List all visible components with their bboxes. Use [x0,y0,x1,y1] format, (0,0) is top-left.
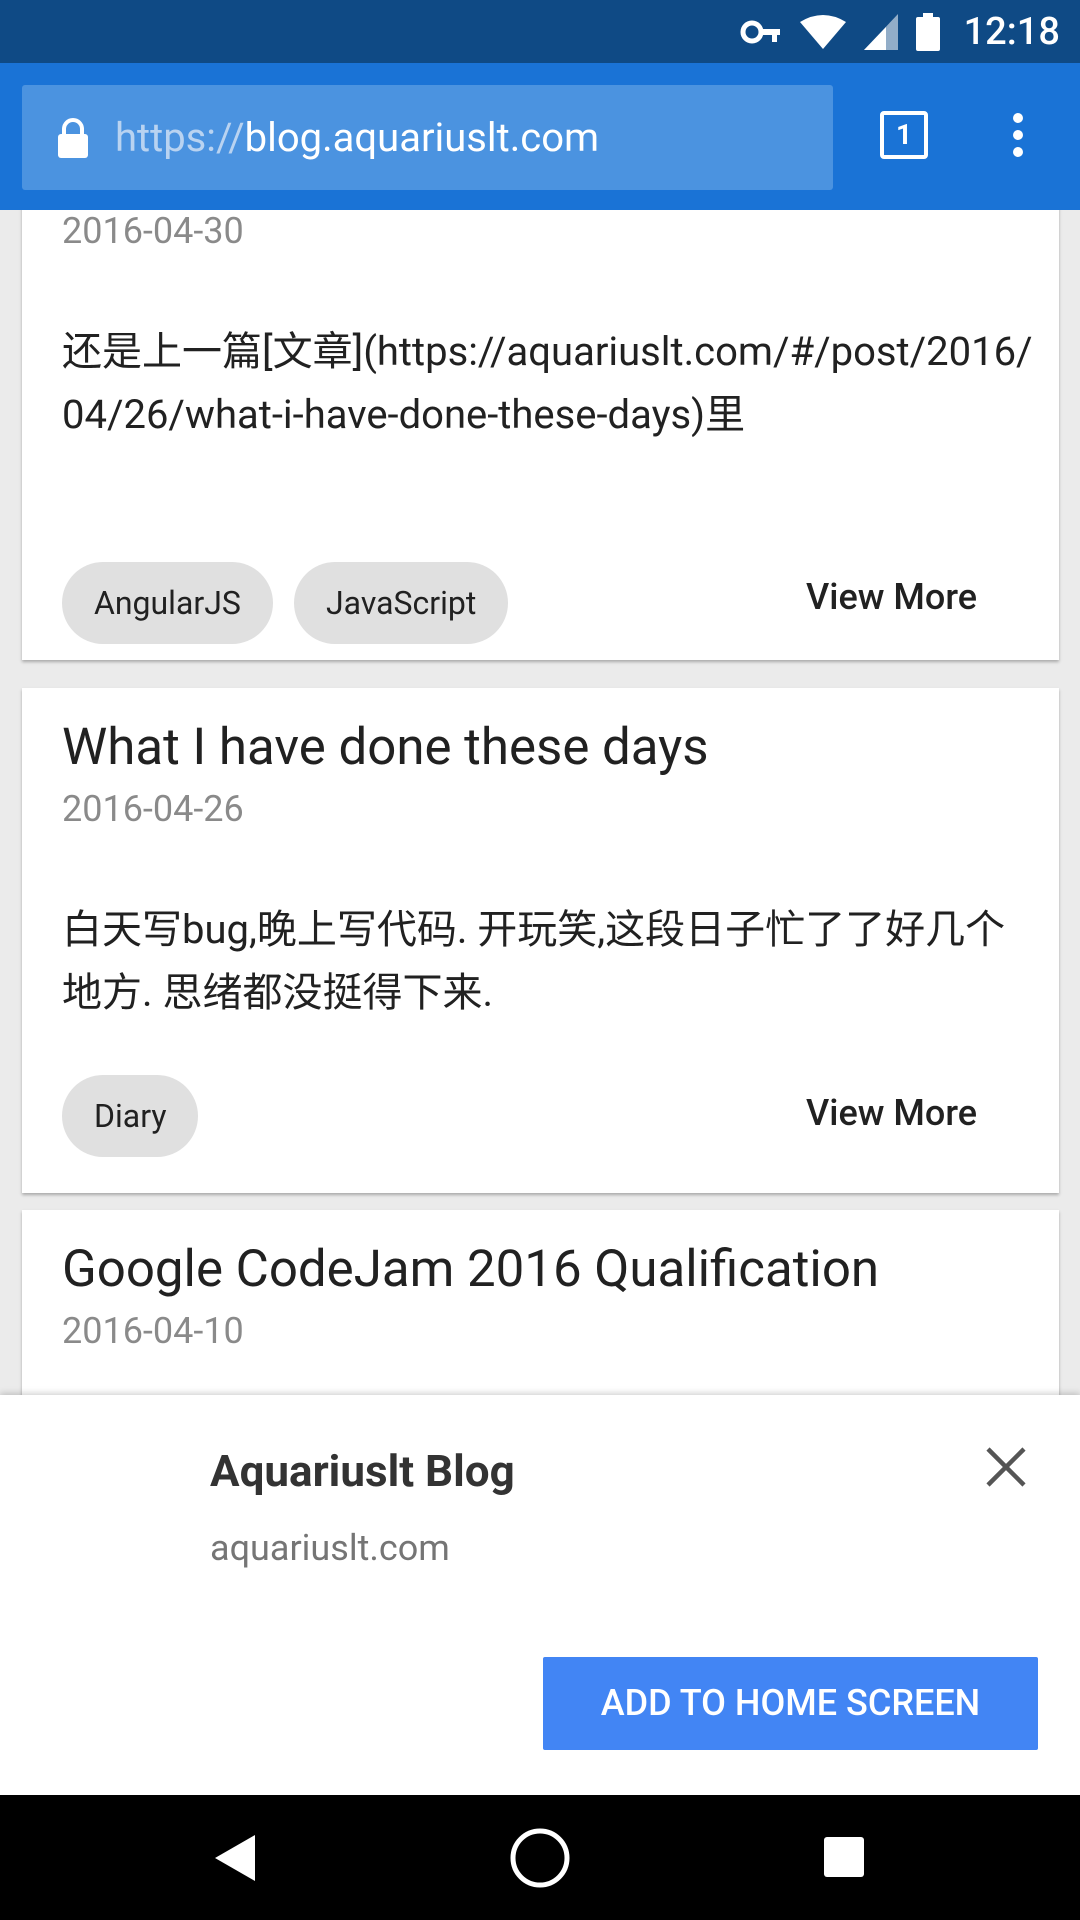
close-icon[interactable] [984,1445,1028,1493]
post-card: What I have done these days 2016-04-26 白… [22,688,1059,1193]
post-card: 2016-04-30 还是上一篇[文章](https://aquariuslt.… [22,210,1059,660]
post-date: 2016-04-30 [62,210,244,252]
menu-icon[interactable] [1008,113,1028,161]
battery-icon [915,12,940,51]
lock-icon[interactable] [57,118,89,162]
browser-toolbar: https://blog.aquariuslt.com 1 [0,63,1080,210]
recents-icon[interactable] [824,1837,864,1877]
status-bar: 12:18 [0,0,1080,63]
post-card: Google CodeJam 2016 Qualification 2016-0… [22,1210,1059,1395]
view-more-button[interactable]: View More [806,1092,977,1134]
app-domain: aquariuslt.com [210,1527,450,1569]
post-date: 2016-04-10 [62,1310,244,1352]
post-title[interactable]: Google CodeJam 2016 Qualification [62,1240,879,1299]
post-excerpt: 白天写bug,晚上写代码. 开玩笑,这段日子忙了了好几个地方. 思绪都没挺得下来… [62,906,1006,1016]
url-text[interactable]: https://blog.aquariuslt.com [115,85,599,190]
post-title[interactable]: What I have done these days [62,718,709,777]
wifi-icon [799,14,846,50]
view-more-button[interactable]: View More [806,576,977,618]
tag-diary[interactable]: Diary [62,1075,199,1157]
back-icon[interactable] [215,1835,255,1881]
add-to-home-screen-button[interactable]: ADD TO HOME SCREEN [543,1657,1038,1750]
status-time: 12:18 [963,9,1060,54]
url-scheme: https:// [115,114,245,161]
tag-javascript[interactable]: JavaScript [294,562,509,644]
post-list[interactable]: 2016-04-30 还是上一篇[文章](https://aquariuslt.… [0,210,1080,1395]
post-excerpt: 还是上一篇[文章](https://aquariuslt.com/#/post/… [62,328,1033,438]
home-icon[interactable] [509,1827,571,1889]
tabs-icon[interactable]: 1 [880,111,928,159]
status-icons: 12:18 [740,0,1060,63]
post-date: 2016-04-26 [62,788,244,830]
address-bar[interactable]: https://blog.aquariuslt.com [22,85,833,190]
signal-icon [863,13,898,50]
tag-angularjs[interactable]: AngularJS [62,562,273,644]
url-host: blog.aquariuslt.com [244,114,600,161]
add-to-home-screen-sheet: Aquariuslt Blog aquariuslt.com ADD TO HO… [0,1395,1080,1795]
app-name: Aquariuslt Blog [210,1445,515,1497]
key-icon [740,19,782,45]
navigation-bar [0,1795,1080,1920]
